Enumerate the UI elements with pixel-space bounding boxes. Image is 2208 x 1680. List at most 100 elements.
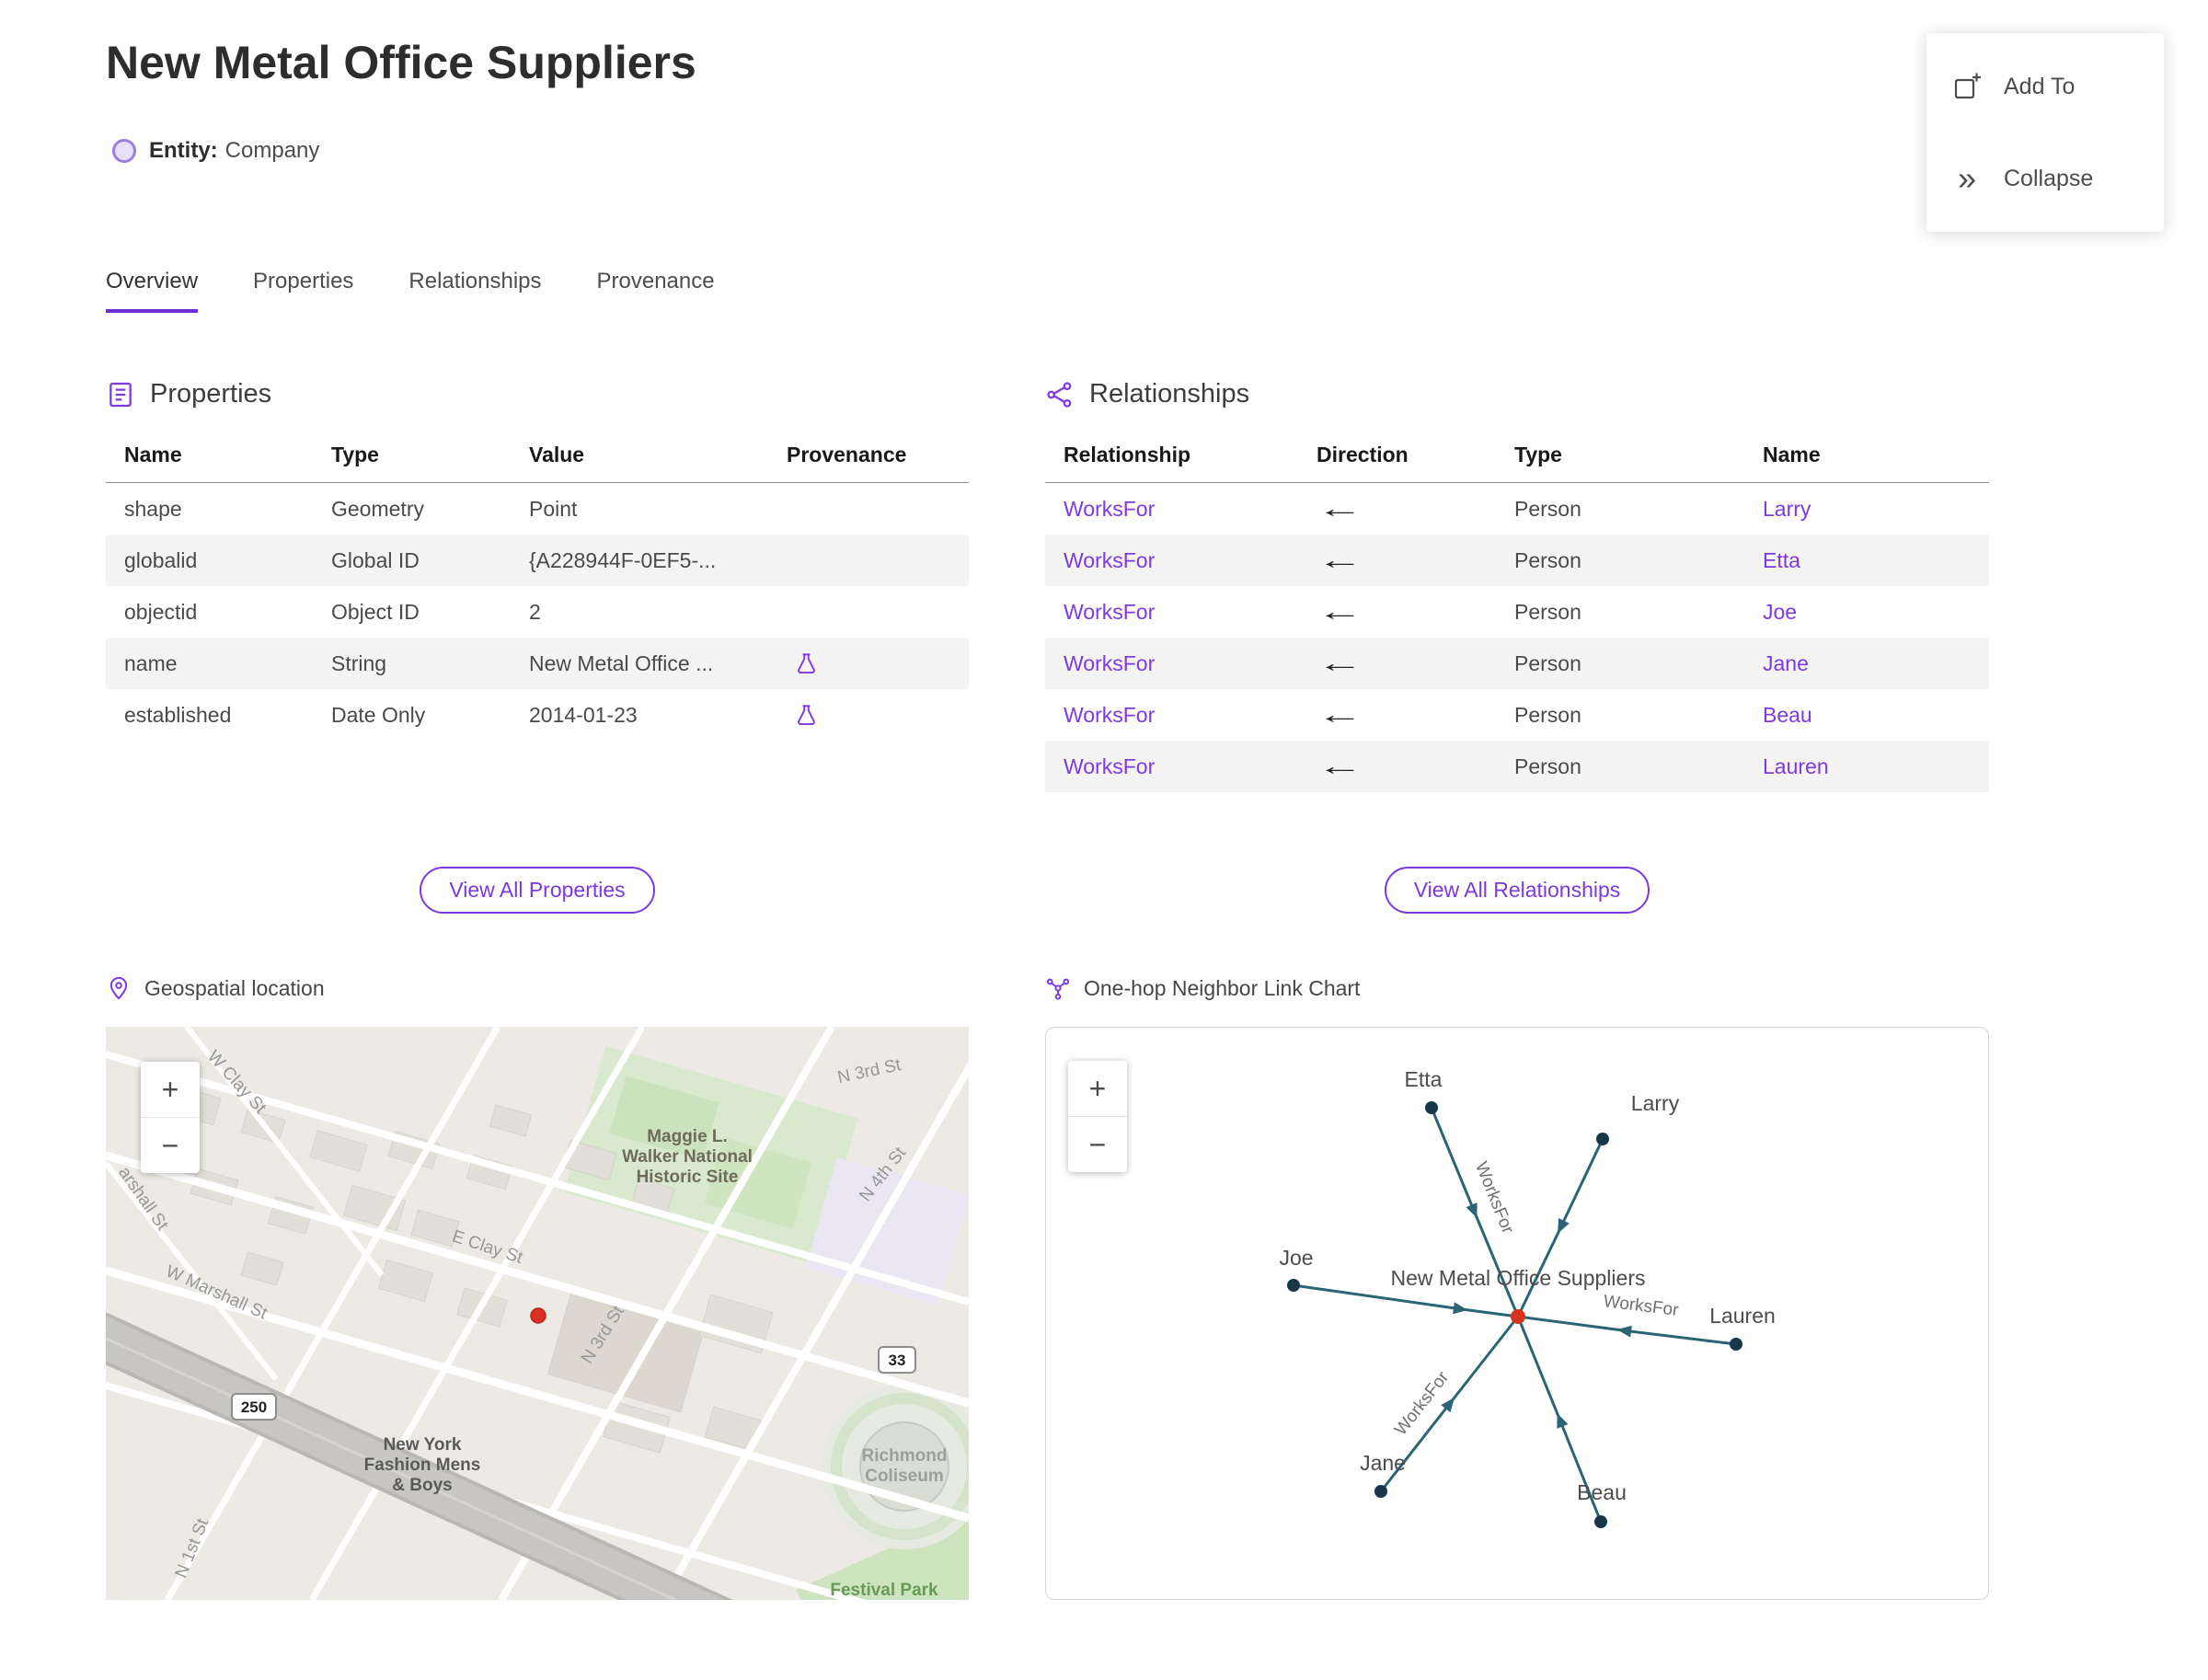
geospatial-title: Geospatial location — [144, 975, 325, 1000]
entity-name-link[interactable]: Joe — [1763, 600, 1797, 624]
property-type: Geometry — [331, 496, 424, 521]
graph-node-jane[interactable] — [1374, 1485, 1387, 1498]
collapse-label: Collapse — [2004, 165, 2094, 191]
view-all-relationships-button[interactable]: View All Relationships — [1384, 867, 1650, 914]
graph-node-joe[interactable] — [1287, 1279, 1300, 1292]
add-to-label: Add To — [2004, 73, 2076, 99]
zoom-out-button[interactable]: − — [1068, 1116, 1127, 1172]
relationship-link[interactable]: WorksFor — [1064, 600, 1155, 624]
graph-node-label: Joe — [1279, 1246, 1313, 1270]
tab-provenance[interactable]: Provenance — [597, 269, 715, 313]
property-row: objectid Object ID 2 — [106, 586, 969, 638]
relationship-link[interactable]: WorksFor — [1064, 548, 1155, 572]
graph-center-label: New Metal Office Suppliers — [1391, 1266, 1646, 1290]
col-provenance: Provenance — [768, 432, 969, 483]
edge-label: WorksFor — [1391, 1367, 1453, 1439]
route-shield-250: 250 — [231, 1393, 277, 1421]
view-all-properties-button[interactable]: View All Properties — [420, 867, 655, 914]
relationship-row: WorksFor ← Person Larry — [1045, 483, 1989, 535]
graph-node-label: Lauren — [1709, 1304, 1776, 1328]
tab-relationships[interactable]: Relationships — [408, 269, 541, 313]
entity-name-link[interactable]: Beau — [1763, 703, 1812, 727]
graph-node-center[interactable] — [1511, 1309, 1525, 1324]
property-type: String — [331, 650, 387, 675]
page-title: New Metal Office Suppliers — [106, 37, 696, 88]
graph-zoom-control: + − — [1068, 1061, 1127, 1172]
route-shield-33: 33 — [878, 1346, 916, 1374]
svg-text:Fashion Mens: Fashion Mens — [364, 1456, 481, 1475]
relationships-table: Relationship Direction Type Name WorksFo… — [1045, 432, 1989, 792]
link-chart-section: One-hop Neighbor Link Chart WorksFor Wor… — [1045, 975, 1989, 1600]
svg-text:250: 250 — [241, 1398, 267, 1416]
add-to-button[interactable]: Add To — [1926, 40, 2164, 132]
property-value: {A228944F-0EF5-... — [529, 547, 717, 572]
property-name: established — [124, 702, 232, 727]
property-provenance — [768, 535, 969, 586]
property-row: shape Geometry Point — [106, 483, 969, 535]
property-row: established Date Only 2014-01-23 — [106, 689, 969, 741]
property-type: Object ID — [331, 599, 420, 624]
zoom-in-button[interactable]: + — [1068, 1061, 1127, 1116]
graph-node-label: Etta — [1405, 1067, 1443, 1091]
entity-name-link[interactable]: Etta — [1763, 548, 1800, 572]
relationship-link[interactable]: WorksFor — [1064, 754, 1155, 778]
property-row: name String New Metal Office ... — [106, 638, 969, 689]
graph-node-label: Beau — [1577, 1480, 1627, 1504]
entity-name-link[interactable]: Jane — [1763, 651, 1809, 675]
properties-table: Name Type Value Provenance shape Geometr… — [106, 432, 969, 741]
tab-overview[interactable]: Overview — [106, 269, 199, 313]
property-provenance — [768, 483, 969, 535]
graph-node-larry[interactable] — [1596, 1133, 1609, 1145]
svg-text:New York: New York — [384, 1435, 462, 1455]
relationship-type: Person — [1514, 754, 1581, 778]
zoom-in-button[interactable]: + — [141, 1062, 200, 1117]
property-name: shape — [124, 496, 182, 521]
col-name: Name — [1744, 432, 1989, 483]
tab-bar: Overview Properties Relationships Proven… — [106, 269, 715, 313]
relationship-link[interactable]: WorksFor — [1064, 651, 1155, 675]
svg-text:Coliseum: Coliseum — [865, 1467, 944, 1486]
map-pin-icon — [109, 976, 128, 1000]
relationship-link[interactable]: WorksFor — [1064, 497, 1155, 521]
direction-arrow-icon: ← — [1317, 700, 1363, 729]
relationship-row: WorksFor ← Person Etta — [1045, 535, 1989, 586]
property-name: name — [124, 650, 178, 675]
poi-label-festival-park: Festival Park — [830, 1581, 938, 1600]
geospatial-section: Geospatial location 33 250 N 3rd St N 4t… — [106, 975, 969, 1600]
graph-node-beau[interactable] — [1594, 1515, 1607, 1528]
svg-text:& Boys: & Boys — [392, 1476, 452, 1495]
properties-icon — [109, 382, 132, 407]
tab-properties[interactable]: Properties — [253, 269, 353, 313]
property-name: globalid — [124, 547, 198, 572]
graph-node-label: Larry — [1631, 1091, 1680, 1115]
map-zoom-control: + − — [141, 1062, 200, 1173]
collapse-button[interactable]: » Collapse — [1926, 132, 2164, 224]
col-name: Name — [106, 432, 313, 483]
property-row: globalid Global ID {A228944F-0EF5-... — [106, 535, 969, 586]
zoom-out-button[interactable]: − — [141, 1117, 200, 1173]
col-type: Type — [313, 432, 511, 483]
entity-label: Entity: — [149, 138, 218, 163]
provenance-filter-icon[interactable] — [794, 703, 819, 728]
entity-name-link[interactable]: Larry — [1763, 497, 1811, 521]
property-name: objectid — [124, 599, 198, 624]
relationships-header-row: Relationship Direction Type Name — [1045, 432, 1989, 483]
graph-node-etta[interactable] — [1425, 1101, 1438, 1114]
properties-title: Properties — [150, 379, 272, 408]
svg-text:Richmond: Richmond — [862, 1446, 948, 1466]
relationship-type: Person — [1514, 496, 1581, 521]
map-canvas[interactable]: 33 250 N 3rd St N 4th St N 3rd St N 1st … — [106, 1027, 969, 1600]
link-chart-graph: WorksFor WorksFor WorksFor Etta Larry Jo… — [1279, 1067, 1776, 1528]
svg-text:Walker National: Walker National — [622, 1147, 753, 1167]
relationship-link[interactable]: WorksFor — [1064, 703, 1155, 727]
relationship-row: WorksFor ← Person Lauren — [1045, 741, 1989, 792]
relationships-title: Relationships — [1089, 379, 1250, 408]
entity-name-link[interactable]: Lauren — [1763, 754, 1829, 778]
properties-section-heading: Properties — [106, 379, 969, 409]
link-chart-canvas[interactable]: WorksFor WorksFor WorksFor Etta Larry Jo… — [1045, 1027, 1989, 1600]
property-type: Date Only — [331, 702, 426, 727]
graph-node-lauren[interactable] — [1730, 1338, 1742, 1351]
property-value: 2 — [529, 599, 541, 624]
provenance-filter-icon[interactable] — [794, 651, 819, 676]
map-marker[interactable] — [530, 1307, 546, 1324]
